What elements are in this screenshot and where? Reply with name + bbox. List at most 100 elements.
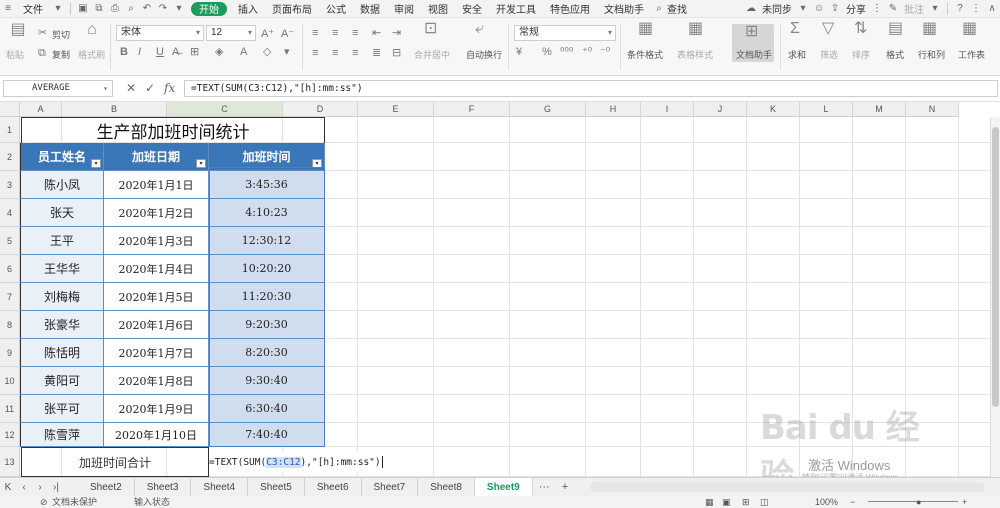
row-header-6[interactable]: 6	[0, 255, 20, 283]
collapse-ribbon-icon[interactable]: ∧	[984, 2, 1000, 16]
save-icon[interactable]: ▣	[75, 2, 91, 16]
zoom-slider-thumb[interactable]: ●	[916, 496, 921, 508]
overtime-date-cell[interactable]: 2020年1月7日	[104, 339, 209, 367]
indent-decrease-icon[interactable]: ⇤	[372, 27, 381, 39]
tab-doc-assistant[interactable]: 文档助手	[597, 0, 651, 18]
filter-icon[interactable]: ▽	[822, 21, 834, 37]
border-icon[interactable]: ⊞	[190, 46, 199, 58]
chevron-down-icon[interactable]: ▾	[795, 2, 811, 16]
merge-center-icon[interactable]: ⊡	[424, 21, 437, 37]
editing-cell[interactable]: =TEXT(SUM(C3:C12),"[h]:mm:ss")	[209, 451, 383, 473]
select-all-corner[interactable]	[0, 102, 20, 117]
column-header-h[interactable]: H	[586, 102, 641, 117]
align-top-icon[interactable]: ≡	[312, 27, 318, 39]
number-format-select[interactable]: 常规 ▾	[514, 25, 616, 41]
column-header-i[interactable]: I	[641, 102, 694, 117]
sheet-tab-sheet6[interactable]: Sheet6	[305, 478, 362, 496]
table-style-button[interactable]: 表格样式	[677, 48, 713, 61]
copy-icon[interactable]: ⧉	[38, 47, 46, 59]
employee-name-cell[interactable]: 陈雪萍	[20, 423, 104, 447]
row-header-8[interactable]: 8	[0, 311, 20, 339]
export-icon[interactable]: ⧉	[91, 2, 107, 16]
header-overtime-hours[interactable]: 加班时间 ▾	[209, 143, 325, 171]
row-header-2[interactable]: 2	[0, 143, 20, 171]
overtime-date-cell[interactable]: 2020年1月8日	[104, 367, 209, 395]
copy-button[interactable]: 复制	[52, 48, 70, 61]
wrap-text-icon[interactable]: ⤶	[475, 21, 484, 37]
formula-input[interactable]: =TEXT(SUM(C3:C12),"[h]:mm:ss")	[184, 80, 998, 97]
font-name-select[interactable]: 宋体 ▾	[116, 25, 204, 41]
merge-center-button[interactable]: 合并居中	[414, 48, 450, 61]
comment-icon[interactable]: ✎	[885, 2, 901, 16]
overtime-hours-cell[interactable]: 6:30:40	[209, 395, 325, 423]
worksheet-icon[interactable]: ▦	[962, 21, 977, 37]
spreadsheet-grid[interactable]: ABCDEFGHIJKLMN 1 2 3 4 5 6 7 8 9 10 11 12 13 生产部加班时间…	[0, 102, 1000, 477]
tab-view[interactable]: 视图	[421, 0, 455, 18]
justify-icon[interactable]: ≣	[372, 47, 381, 59]
align-right-icon[interactable]: ≡	[352, 47, 358, 59]
header-employee-name[interactable]: 员工姓名 ▾	[20, 143, 104, 171]
column-header-k[interactable]: K	[747, 102, 800, 117]
overtime-date-cell[interactable]: 2020年1月4日	[104, 255, 209, 283]
tab-review[interactable]: 审阅	[387, 0, 421, 18]
zoom-level[interactable]: 100%	[815, 496, 838, 508]
column-header-b[interactable]: B	[62, 102, 167, 117]
overtime-date-cell[interactable]: 2020年1月1日	[104, 171, 209, 199]
sheet-title[interactable]: 生产部加班时间统计	[21, 117, 325, 143]
tab-developer[interactable]: 开发工具	[489, 0, 543, 18]
zoom-out-icon[interactable]: −	[850, 496, 855, 508]
row-header-1[interactable]: 1	[0, 117, 20, 143]
column-header-m[interactable]: M	[853, 102, 906, 117]
sheet-tab-sheet3[interactable]: Sheet3	[135, 478, 192, 496]
fill-color-icon[interactable]: ◈	[215, 46, 223, 58]
sheet-tab-sheet5[interactable]: Sheet5	[248, 478, 305, 496]
conditional-format-button[interactable]: 条件格式	[627, 48, 663, 61]
vertical-scrollbar[interactable]	[990, 117, 1000, 477]
rows-cols-button[interactable]: 行和列	[918, 48, 945, 61]
wrap-text-button[interactable]: 自动换行	[466, 48, 502, 61]
undo-icon[interactable]: ↶	[139, 2, 155, 16]
paste-icon[interactable]: ▤	[8, 22, 28, 38]
row-header-13[interactable]: 13	[0, 447, 20, 477]
overtime-date-cell[interactable]: 2020年1月5日	[104, 283, 209, 311]
tab-special-apps[interactable]: 特色应用	[543, 0, 597, 18]
overtime-hours-cell[interactable]: 11:20:30	[209, 283, 325, 311]
italic-icon[interactable]: I	[138, 46, 141, 58]
cut-icon[interactable]: ✂	[38, 27, 47, 39]
filter-button[interactable]: 筛选	[820, 48, 838, 61]
table-style-icon[interactable]: ▦	[688, 21, 703, 37]
row-header-4[interactable]: 4	[0, 199, 20, 227]
tab-security[interactable]: 安全	[455, 0, 489, 18]
strikethrough-icon[interactable]: A̶	[172, 46, 179, 58]
row-header-10[interactable]: 10	[0, 367, 20, 395]
scrollbar-thumb[interactable]	[992, 127, 999, 407]
align-center-icon[interactable]: ≡	[332, 47, 338, 59]
filter-dropdown-icon[interactable]: ▾	[196, 159, 206, 168]
overtime-hours-cell[interactable]: 10:20:20	[209, 255, 325, 283]
add-sheet-icon[interactable]: +	[556, 481, 574, 493]
sheet-tab-sheet7[interactable]: Sheet7	[362, 478, 419, 496]
column-header-c[interactable]: C	[167, 102, 283, 117]
tab-page-layout[interactable]: 页面布局	[265, 0, 319, 18]
column-header-d[interactable]: D	[283, 102, 358, 117]
name-box[interactable]: AVERAGE ▾	[3, 80, 113, 97]
font-color-icon[interactable]: A	[240, 46, 247, 58]
chevron-down-icon[interactable]: ▾	[927, 2, 943, 16]
employee-name-cell[interactable]: 张天	[20, 199, 104, 227]
employee-name-cell[interactable]: 张豪华	[20, 311, 104, 339]
increase-font-icon[interactable]: A⁺	[261, 28, 274, 40]
zoom-slider[interactable]	[868, 501, 958, 502]
overtime-hours-cell[interactable]: 3:45:36	[209, 171, 325, 199]
column-header-a[interactable]: A	[20, 102, 62, 117]
filter-dropdown-icon[interactable]: ▾	[91, 159, 101, 168]
search-label[interactable]: 查找	[667, 0, 694, 18]
rows-cols-icon[interactable]: ▦	[922, 21, 937, 37]
employee-name-cell[interactable]: 张平可	[20, 395, 104, 423]
employee-name-cell[interactable]: 陈小凤	[20, 171, 104, 199]
overtime-hours-cell[interactable]: 9:20:30	[209, 311, 325, 339]
insert-function-icon[interactable]: fx	[164, 81, 175, 95]
sort-icon[interactable]: ⇅	[854, 21, 867, 37]
row-header-3[interactable]: 3	[0, 171, 20, 199]
employee-name-cell[interactable]: 陈恬明	[20, 339, 104, 367]
format-button[interactable]: 格式	[886, 48, 904, 61]
